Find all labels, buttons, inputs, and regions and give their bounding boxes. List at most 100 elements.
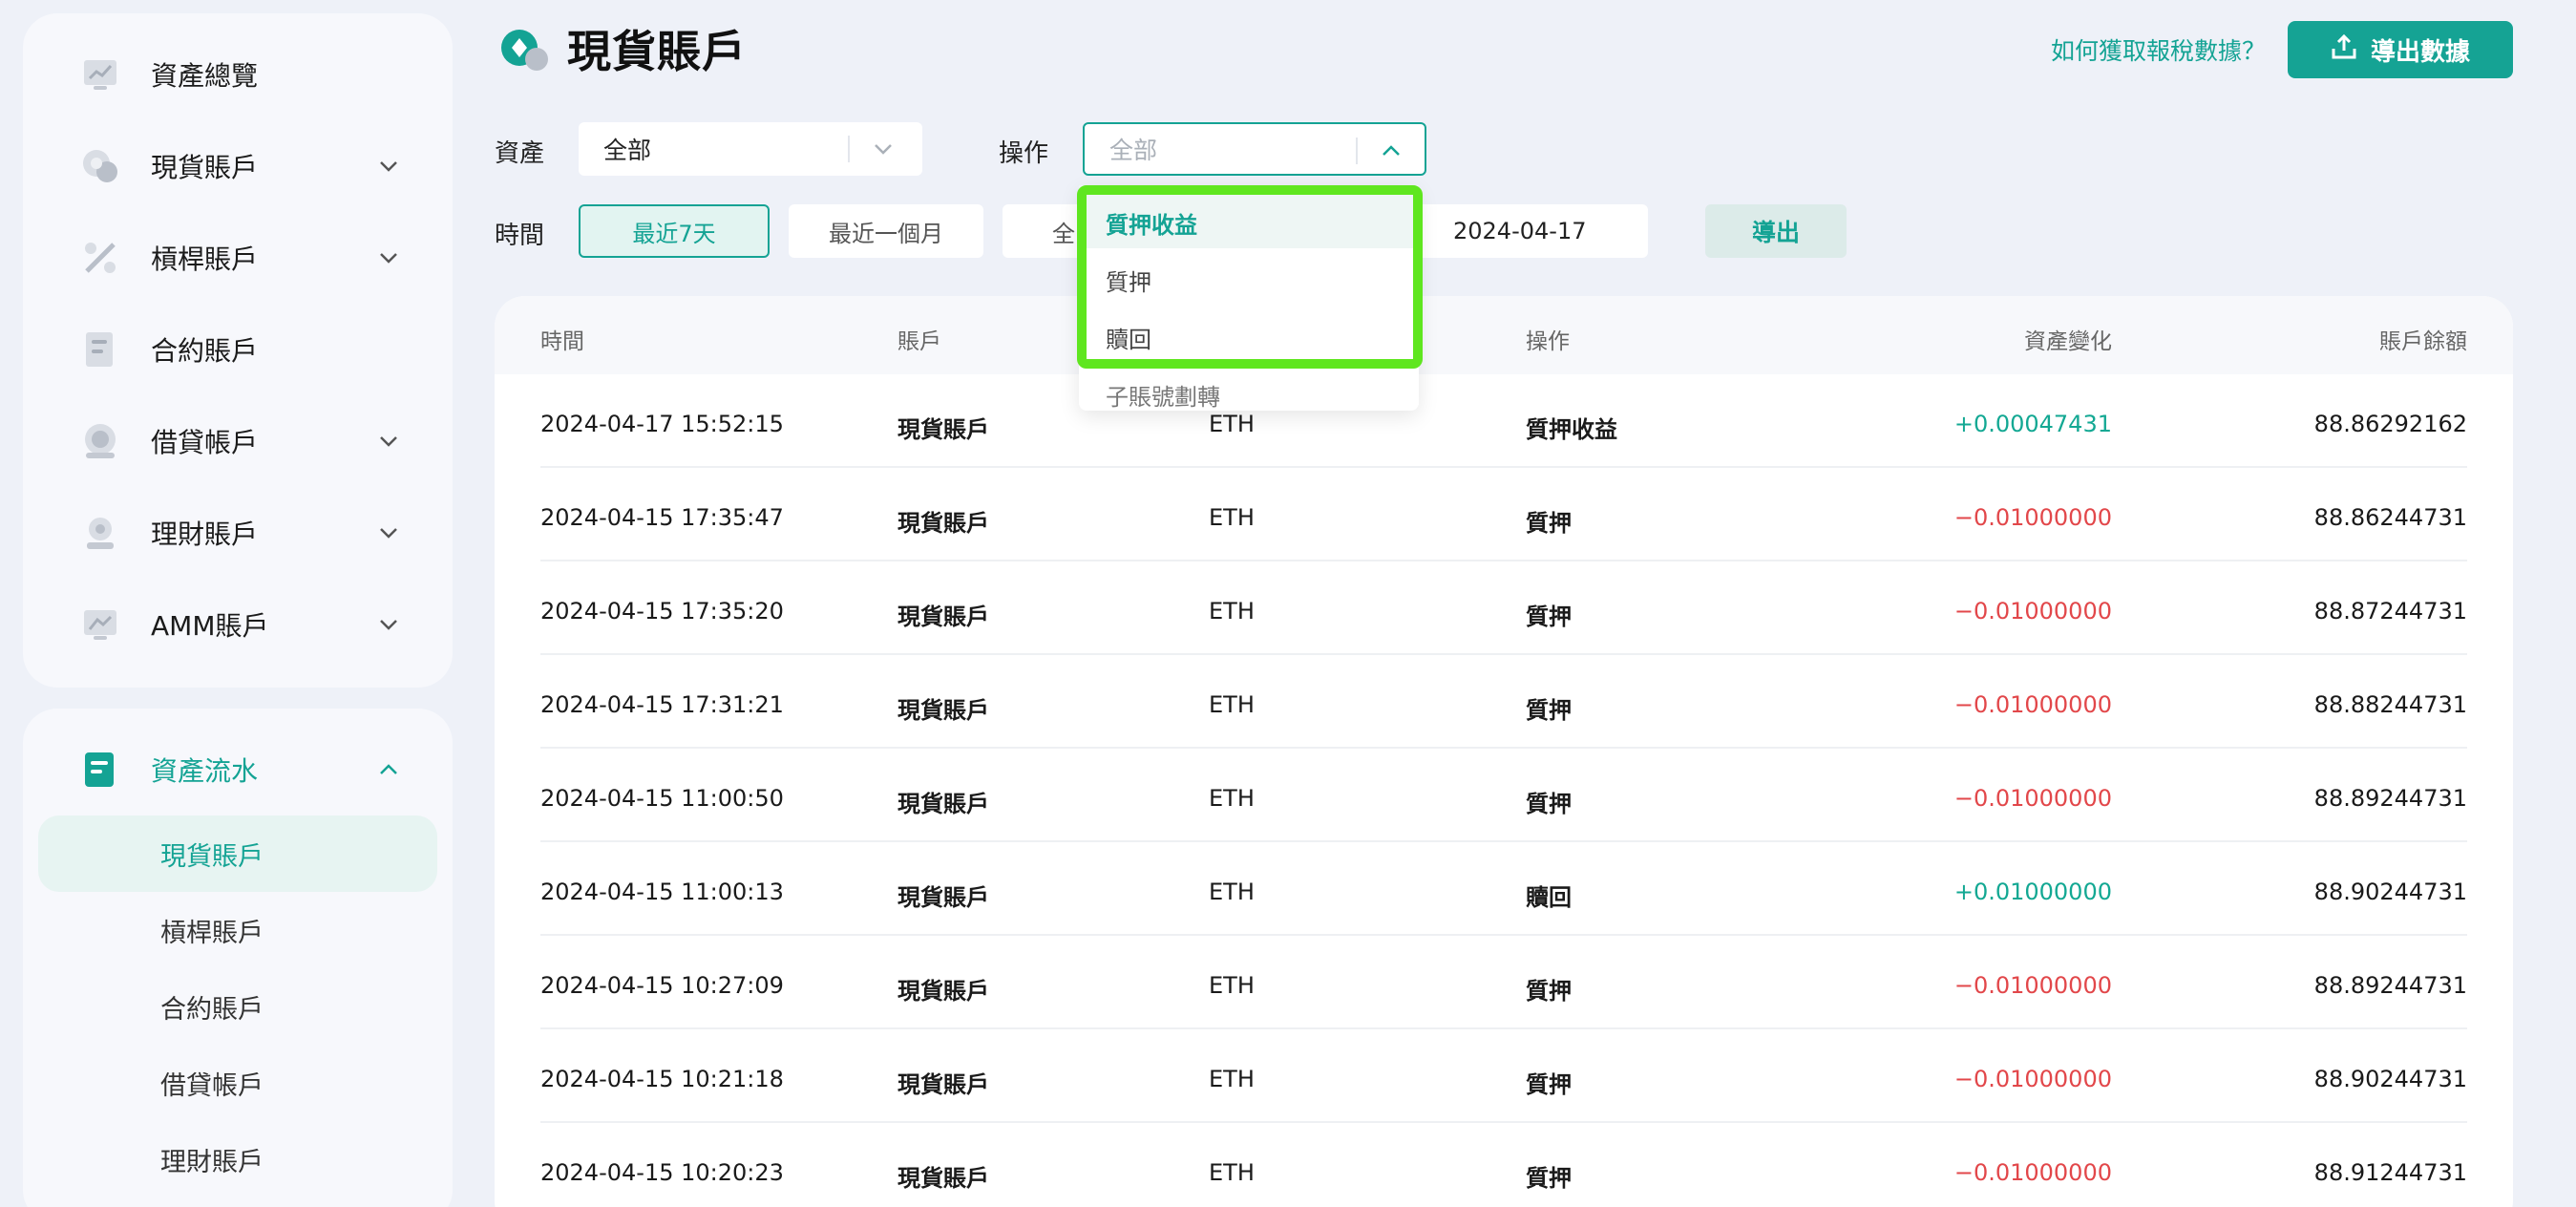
table-row: 2024-04-17 15:52:15 現貨賬戶 ETH 質押收益 +0.0004743… [540, 374, 2467, 468]
sidebar-item-earn[interactable]: 理財賬戶 [23, 487, 453, 579]
table-row: 2024-04-15 17:35:47 現貨賬戶 ETH 質押 −0.01000000 8… [540, 468, 2467, 561]
cell-account: 現貨賬戶 [897, 510, 989, 537]
cell-asset-change: −0.01000000 [1953, 504, 2112, 531]
cell-asset: ETH [1209, 691, 1255, 718]
table-row: 2024-04-15 17:31:21 現貨賬戶 ETH 質押 −0.01000000 8… [540, 655, 2467, 749]
cell-operation: 贖回 [1526, 884, 1572, 911]
cell-asset: ETH [1209, 411, 1255, 437]
dropdown-option-subaccount-transfer[interactable]: 子賬號劃轉 [1106, 378, 1220, 412]
dropdown-option-stake[interactable]: 質押 [1106, 264, 1151, 297]
cell-time: 2024-04-15 11:00:13 [540, 879, 784, 905]
tax-data-link[interactable]: 如何獲取報稅數據？ [2051, 32, 2266, 67]
sidebar-item-loan[interactable]: 借貸帳戶 [23, 395, 453, 487]
cell-balance: 88.91244731 [2313, 1159, 2467, 1186]
column-header-balance: 賬戶餘額 [2379, 329, 2467, 354]
cell-account: 現貨賬戶 [897, 604, 989, 630]
cell-balance: 88.89244731 [2313, 785, 2467, 812]
export-data-button[interactable]: 導出數據 [2288, 21, 2513, 78]
sidebar-subitem-earn[interactable]: 理財賬戶 [38, 1121, 437, 1197]
sidebar-subitem-margin[interactable]: 槓桿賬戶 [38, 892, 437, 968]
table-row: 2024-04-15 11:00:13 現貨賬戶 ETH 贖回 +0.01000000 8… [540, 842, 2467, 936]
cell-balance: 88.86244731 [2313, 504, 2467, 531]
ledger-icon [80, 750, 120, 790]
cell-time: 2024-04-15 10:20:23 [540, 1159, 784, 1186]
cell-account: 現貨賬戶 [897, 1165, 989, 1192]
chevron-up-icon [1377, 137, 1405, 165]
document-icon [80, 329, 120, 370]
cell-asset: ETH [1209, 972, 1255, 999]
coins-icon [80, 146, 120, 186]
cell-asset-change: −0.01000000 [1953, 691, 2112, 718]
select-divider [848, 136, 850, 162]
export-button[interactable]: 導出 [1705, 204, 1847, 258]
cell-account: 現貨賬戶 [897, 1071, 989, 1098]
asset-select[interactable]: 全部 [579, 122, 922, 176]
cell-operation: 質押 [1526, 1071, 1572, 1098]
cell-time: 2024-04-15 10:27:09 [540, 972, 784, 999]
sidebar-item-amm[interactable]: AMM賬戶 [23, 579, 453, 670]
time-option-7days[interactable]: 最近7天 [579, 204, 770, 258]
cell-time: 2024-04-17 15:52:15 [540, 411, 784, 437]
select-divider [1356, 138, 1358, 164]
column-header-time: 時間 [540, 329, 584, 354]
asset-filter-label: 資產 [495, 139, 545, 168]
sidebar-subitem-spot[interactable]: 現貨賬戶 [38, 815, 437, 892]
operation-select-placeholder: 全部 [1109, 137, 1158, 164]
cell-account: 現貨賬戶 [897, 416, 989, 443]
cell-operation: 質押收益 [1526, 416, 1617, 443]
cell-asset: ETH [1209, 785, 1255, 812]
cell-account: 現貨賬戶 [897, 697, 989, 724]
transaction-table: 時間 賬戶 操作 資產變化 賬戶餘額 2024-04-17 15:52:15 現貨… [495, 296, 2513, 1207]
operation-dropdown: 質押收益 質押 贖回 子賬號劃轉 [1079, 185, 1419, 411]
coin-stack-icon [80, 421, 120, 461]
table-row: 2024-04-15 10:27:09 現貨賬戶 ETH 質押 −0.01000000 8… [540, 936, 2467, 1029]
cell-asset: ETH [1209, 1159, 1255, 1186]
sidebar-subitem-futures[interactable]: 合約賬戶 [38, 968, 437, 1045]
cell-account: 現貨賬戶 [897, 791, 989, 817]
chevron-down-icon[interactable] [374, 610, 403, 639]
cell-time: 2024-04-15 17:35:47 [540, 504, 784, 531]
cell-operation: 質押 [1526, 510, 1572, 537]
upload-icon [2331, 33, 2357, 67]
time-filter-label: 時間 [495, 222, 545, 250]
chevron-up-icon[interactable] [374, 755, 403, 784]
cell-time: 2024-04-15 17:31:21 [540, 691, 784, 718]
chevron-down-icon[interactable] [374, 519, 403, 547]
cell-balance: 88.89244731 [2313, 972, 2467, 999]
cell-balance: 88.86292162 [2313, 411, 2467, 437]
cell-asset-change: −0.01000000 [1953, 598, 2112, 625]
savings-icon [80, 513, 120, 553]
sidebar-item-asset-flow[interactable]: 資產流水 [23, 724, 453, 815]
dropdown-option-staking-reward[interactable]: 質押收益 [1106, 206, 1197, 240]
operation-select[interactable]: 全部 [1083, 122, 1426, 176]
sidebar-item-margin[interactable]: 槓桿賬戶 [23, 212, 453, 304]
cell-balance: 88.88244731 [2313, 691, 2467, 718]
chevron-down-icon[interactable] [374, 152, 403, 180]
sidebar-item-futures[interactable]: 合約賬戶 [23, 304, 453, 395]
sidebar-subitem-loan[interactable]: 借貸帳戶 [38, 1045, 437, 1121]
sidebar-item-spot[interactable]: 現貨賬戶 [23, 120, 453, 212]
percent-tools-icon [80, 238, 120, 278]
cell-balance: 88.90244731 [2313, 879, 2467, 905]
column-header-operation: 操作 [1526, 329, 1570, 354]
cell-account: 現貨賬戶 [897, 884, 989, 911]
cell-operation: 質押 [1526, 604, 1572, 630]
cell-asset-change: −0.01000000 [1953, 1159, 2112, 1186]
cell-asset-change: +0.00047431 [1953, 411, 2112, 437]
dropdown-option-redeem[interactable]: 贖回 [1106, 321, 1151, 354]
end-date-input[interactable]: 2024-04-17 [1421, 204, 1648, 258]
time-option-1month[interactable]: 最近一個月 [789, 204, 983, 258]
cell-asset: ETH [1209, 504, 1255, 531]
cell-asset: ETH [1209, 879, 1255, 905]
operation-filter-label: 操作 [999, 139, 1049, 168]
cell-asset: ETH [1209, 598, 1255, 625]
chevron-down-icon[interactable] [374, 244, 403, 272]
chevron-down-icon[interactable] [374, 427, 403, 455]
sidebar-item-asset-overview[interactable]: 資產總覽 [23, 29, 453, 120]
cell-asset-change: −0.01000000 [1953, 1066, 2112, 1092]
cell-balance: 88.87244731 [2313, 598, 2467, 625]
sidebar-accounts: 資產總覽 現貨賬戶 槓桿賬戶 合約賬戶 借貸帳戶 理財賬戶 AMM賬戶 [23, 13, 453, 688]
chevron-down-icon [869, 135, 897, 163]
table-header: 時間 賬戶 操作 資產變化 賬戶餘額 [495, 296, 2513, 374]
cell-time: 2024-04-15 10:21:18 [540, 1066, 784, 1092]
